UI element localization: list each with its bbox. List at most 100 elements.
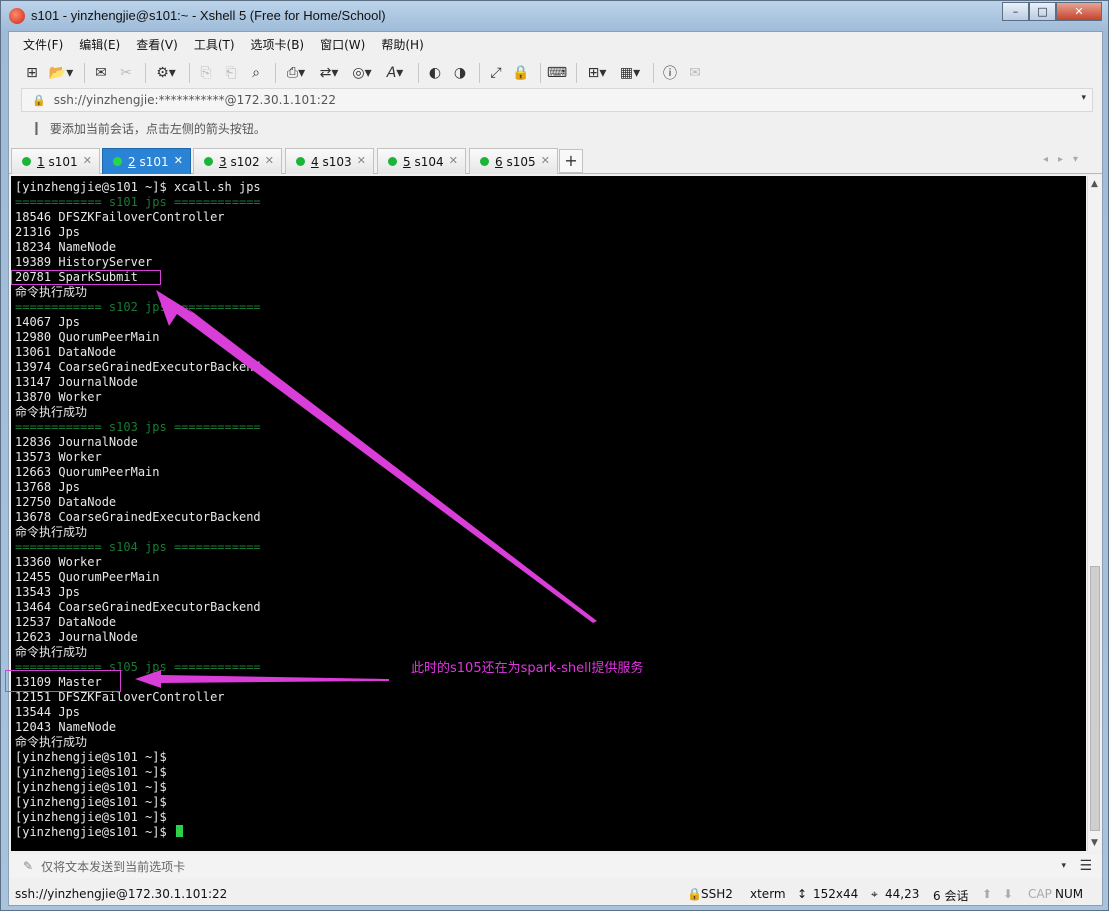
toolbar-separator <box>540 63 541 83</box>
terminal-line: [yinzhengjie@s101 ~]$ <box>15 810 1086 825</box>
tab-6-s105[interactable]: 6 s105 ✕ <box>469 148 558 174</box>
tab-close-icon[interactable]: ✕ <box>541 154 550 167</box>
copy-icon[interactable]: ⎘ <box>195 62 217 84</box>
tab-4-s103[interactable]: 4 s103 ✕ <box>285 148 374 174</box>
menu-edit[interactable]: 编辑(E) <box>79 36 120 53</box>
tab-label: 4 s103 <box>311 155 352 169</box>
tab-3-s102[interactable]: 3 s102 ✕ <box>193 148 282 174</box>
menu-window[interactable]: 窗口(W) <box>320 36 365 53</box>
xshell-app-icon[interactable] <box>9 8 25 24</box>
status-lock-icon: 🔒 <box>687 887 702 901</box>
tab-number: 2 <box>128 154 136 169</box>
terminal-line: 12537 DataNode <box>15 615 1086 630</box>
keyboard-icon[interactable]: ⌨ <box>546 62 568 84</box>
tab-2-s101[interactable]: 2 s101 ✕ <box>102 148 191 174</box>
scroll-up-icon[interactable]: ▲ <box>1091 179 1098 189</box>
compose-bar[interactable]: ✎ 仅将文本发送到当前选项卡 ▾ ☰ <box>9 854 1102 878</box>
terminal-separator-line: ============ s101 jps ============ <box>15 195 1086 210</box>
xagent-icon[interactable]: ◑ <box>449 62 471 84</box>
terminal-line: [yinzhengjie@s101 ~]$ <box>15 765 1086 780</box>
menu-view[interactable]: 查看(V) <box>136 36 178 53</box>
terminal-line: 12980 QuorumPeerMain <box>15 330 1086 345</box>
help-icon[interactable]: ⓘ <box>659 62 681 84</box>
terminal-output[interactable]: [yinzhengjie@s101 ~]$ xcall.sh jps ======… <box>11 176 1086 851</box>
terminal-line-text: 21316 Jps <box>15 225 81 239</box>
minimize-button[interactable]: – <box>1002 2 1029 21</box>
properties-icon[interactable]: ⚙▾ <box>151 62 181 84</box>
tab-1-s101[interactable]: 1 s101 ✕ <box>11 148 100 174</box>
menu-file[interactable]: 文件(F) <box>23 36 63 53</box>
scroll-down-icon[interactable]: ▼ <box>1091 838 1098 848</box>
terminal-line-text: [yinzhengjie@s101 ~]$ <box>15 810 167 824</box>
open-folder-icon[interactable]: 📂▾ <box>46 62 76 84</box>
toolbar-separator <box>576 63 577 83</box>
add-tab-button[interactable]: + <box>559 149 583 173</box>
font-icon[interactable]: A▾ <box>380 62 410 84</box>
terminal-line-text: 13543 Jps <box>15 585 81 599</box>
terminal-line: 13870 Worker <box>15 390 1086 405</box>
paste-icon[interactable]: ⎗ <box>220 62 242 84</box>
terminal-line-text: 12750 DataNode <box>15 495 117 509</box>
close-button[interactable]: ✕ <box>1056 2 1102 21</box>
connected-status-icon <box>296 157 305 166</box>
status-num: NUM <box>1055 887 1084 901</box>
chat-icon[interactable]: ✉ <box>684 62 706 84</box>
globe-icon[interactable]: ◎▾ <box>347 62 377 84</box>
menu-help[interactable]: 帮助(H) <box>381 36 423 53</box>
window-controls: – □ ✕ <box>1002 2 1102 21</box>
terminal-line-text: [yinzhengjie@s101 ~]$ <box>15 750 167 764</box>
terminal-separator-line: ============ s104 jps ============ <box>15 540 1086 555</box>
address-dropdown-icon[interactable]: ▾ <box>1081 93 1086 103</box>
tab-bar: 1 s101 ✕ 2 s101 ✕ 3 s102 ✕ 4 s103 ✕ 5 s1… <box>9 146 1102 174</box>
menu-tools[interactable]: 工具(T) <box>194 36 235 53</box>
compose-menu-icon[interactable]: ☰ <box>1079 858 1092 874</box>
terminal-line: 13360 Worker <box>15 555 1086 570</box>
print-icon[interactable]: ⎙▾ <box>281 62 311 84</box>
terminal-scrollbar[interactable]: ▲ ▼ <box>1087 176 1102 851</box>
tab-number: 1 <box>37 154 45 169</box>
new-tab-icon[interactable]: ⊞▾ <box>582 62 612 84</box>
terminal-line: 21316 Jps <box>15 225 1086 240</box>
tab-5-s104[interactable]: 5 s104 ✕ <box>377 148 466 174</box>
terminal-line: 13573 Worker <box>15 450 1086 465</box>
window-title: s101 - yinzhengjie@s101:~ - Xshell 5 (Fr… <box>31 8 386 23</box>
tab-close-icon[interactable]: ✕ <box>357 154 366 167</box>
find-icon[interactable]: ⌕ <box>245 62 267 84</box>
lock-icon[interactable]: 🔒 <box>510 62 532 84</box>
terminal-line-text: 13573 Worker <box>15 450 102 464</box>
connect-icon[interactable]: ✉ <box>90 62 112 84</box>
highlight-box-master <box>5 670 121 692</box>
tab-close-icon[interactable]: ✕ <box>83 154 92 167</box>
bookmark-icon[interactable]: ❙ <box>31 121 42 136</box>
terminal-line: 13147 JournalNode <box>15 375 1086 390</box>
terminal-line-text: 12623 JournalNode <box>15 630 138 644</box>
connected-status-icon <box>22 157 31 166</box>
new-session-icon[interactable]: ⊞ <box>21 62 43 84</box>
terminal-line: 12663 QuorumPeerMain <box>15 465 1086 480</box>
tab-scroll-arrows[interactable]: ◂▸▾ <box>1043 154 1088 165</box>
terminal-line: 13543 Jps <box>15 585 1086 600</box>
session-up-icon[interactable]: ⬆ <box>982 887 992 901</box>
tab-close-icon[interactable]: ✕ <box>174 154 183 167</box>
tab-close-icon[interactable]: ✕ <box>265 154 274 167</box>
transfer-icon[interactable]: ⇄▾ <box>314 62 344 84</box>
menu-tab[interactable]: 选项卡(B) <box>251 36 305 53</box>
terminal-line-text: ============ s104 jps ============ <box>15 540 261 554</box>
fullscreen-icon[interactable]: ⤢ <box>485 62 507 84</box>
tab-number: 4 <box>311 154 319 169</box>
tab-name: s101 <box>135 154 169 169</box>
scrollbar-thumb[interactable] <box>1090 566 1100 831</box>
address-bar[interactable]: 🔒 ssh://yinzhengjie:***********@172.30.1… <box>21 88 1093 112</box>
tab-close-icon[interactable]: ✕ <box>449 154 458 167</box>
cursor-pos-icon: ⌖ <box>871 887 878 901</box>
maximize-button[interactable]: □ <box>1029 2 1056 21</box>
compose-dropdown-icon[interactable]: ▾ <box>1061 861 1066 871</box>
terminal-line-text: 14067 Jps <box>15 315 81 329</box>
disconnect-icon[interactable]: ✂ <box>115 62 137 84</box>
xftp-icon[interactable]: ◐ <box>424 62 446 84</box>
terminal-line-text: 命令执行成功 <box>15 645 88 659</box>
terminal-line: 19389 HistoryServer <box>15 255 1086 270</box>
title-bar[interactable]: s101 - yinzhengjie@s101:~ - Xshell 5 (Fr… <box>1 1 1108 31</box>
layout-icon[interactable]: ▦▾ <box>615 62 645 84</box>
session-down-icon[interactable]: ⬇ <box>1003 887 1013 901</box>
